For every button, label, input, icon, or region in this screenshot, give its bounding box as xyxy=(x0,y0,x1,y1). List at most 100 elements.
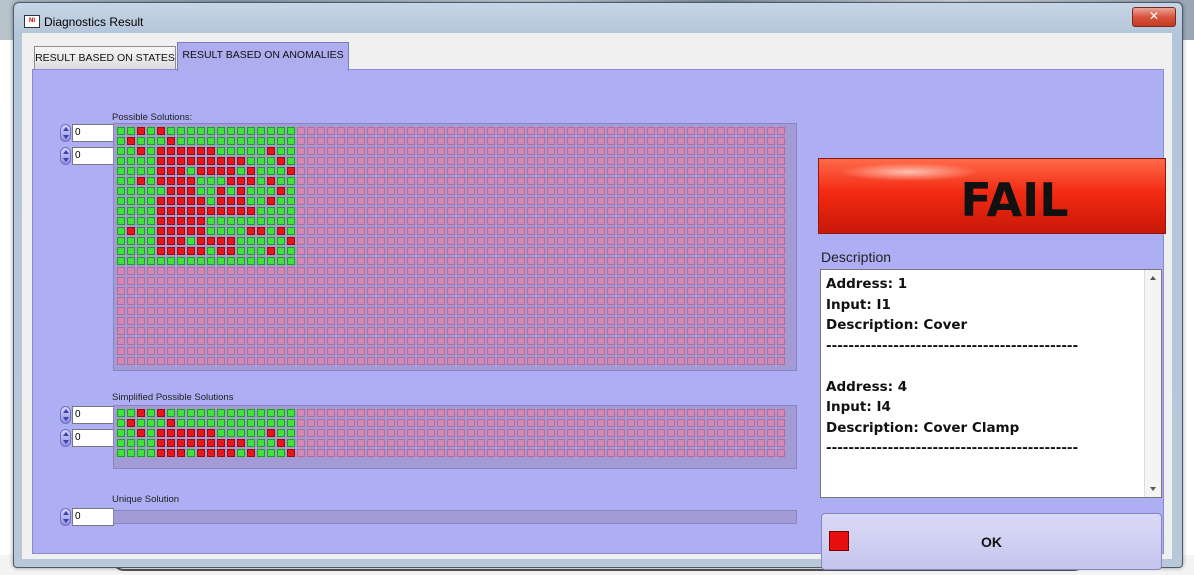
led-cell-off xyxy=(687,147,695,155)
spinner-arrows-icon[interactable] xyxy=(60,508,71,526)
led-cell-off xyxy=(747,409,755,417)
led-cell-true xyxy=(287,187,295,195)
unique-index-spinner[interactable]: 0 xyxy=(60,508,114,526)
led-cell-true xyxy=(237,217,245,225)
unique-index-value[interactable]: 0 xyxy=(72,508,114,526)
description-textbox[interactable]: Address: 1 Input: I1 Description: Cover … xyxy=(820,269,1162,498)
led-cell-off xyxy=(777,419,785,427)
possible-row-index-value[interactable]: 0 xyxy=(72,124,114,142)
led-cell-off xyxy=(557,207,565,215)
title-bar[interactable]: NI Diagnostics Result ✕ xyxy=(14,3,1182,37)
simplified-column-index-value[interactable]: 0 xyxy=(72,429,114,447)
led-cell-off xyxy=(117,277,125,285)
spinner-arrows-icon[interactable] xyxy=(60,406,71,424)
led-cell-off xyxy=(677,307,685,315)
led-cell-off xyxy=(587,157,595,165)
led-cell-off xyxy=(717,439,725,447)
led-cell-false xyxy=(187,217,195,225)
led-cell-off xyxy=(417,287,425,295)
led-cell-true xyxy=(117,187,125,195)
scroll-up-arrow-icon[interactable] xyxy=(1150,276,1156,280)
led-cell-off xyxy=(557,197,565,205)
led-cell-off xyxy=(147,277,155,285)
led-cell-off xyxy=(717,147,725,155)
led-cell-off xyxy=(207,297,215,305)
led-cell-off xyxy=(627,337,635,345)
led-cell-off xyxy=(597,247,605,255)
led-cell-off xyxy=(517,297,525,305)
led-cell-true xyxy=(207,177,215,185)
led-cell-off xyxy=(327,419,335,427)
led-cell-off xyxy=(377,177,385,185)
led-cell-off xyxy=(477,127,485,135)
led-cell-off xyxy=(367,419,375,427)
spinner-arrows-icon[interactable] xyxy=(60,429,71,447)
led-cell-off xyxy=(417,419,425,427)
led-cell-off xyxy=(377,167,385,175)
led-cell-off xyxy=(167,327,175,335)
led-cell-off xyxy=(407,247,415,255)
led-cell-off xyxy=(317,247,325,255)
led-cell-off xyxy=(507,287,515,295)
led-cell-off xyxy=(337,317,345,325)
led-cell-off xyxy=(597,297,605,305)
simplified-row-index-value[interactable]: 0 xyxy=(72,406,114,424)
led-cell-off xyxy=(327,157,335,165)
led-cell-off xyxy=(507,449,515,457)
led-cell-off xyxy=(547,207,555,215)
led-cell-off xyxy=(567,237,575,245)
led-cell-off xyxy=(607,207,615,215)
scroll-down-arrow-icon[interactable] xyxy=(1150,487,1156,491)
led-cell-off xyxy=(517,187,525,195)
simplified-row-index-spinner[interactable]: 0 xyxy=(60,406,114,424)
spinner-arrows-icon[interactable] xyxy=(60,147,71,165)
ok-button[interactable]: OK xyxy=(821,513,1162,570)
led-cell-off xyxy=(637,187,645,195)
led-cell-off xyxy=(577,307,585,315)
led-cell-off xyxy=(287,347,295,355)
led-cell-off xyxy=(607,277,615,285)
tab-result-based-on-anomalies[interactable]: RESULT BASED ON ANOMALIES xyxy=(177,42,349,71)
led-cell-off xyxy=(597,307,605,315)
led-cell-off xyxy=(527,277,535,285)
led-cell-true xyxy=(287,439,295,447)
led-cell-false xyxy=(157,409,165,417)
led-cell-off xyxy=(607,157,615,165)
led-cell-off xyxy=(177,327,185,335)
led-cell-off xyxy=(597,449,605,457)
possible-column-index-value[interactable]: 0 xyxy=(72,147,114,165)
led-cell-off xyxy=(447,187,455,195)
led-cell-false xyxy=(127,227,135,235)
possible-column-index-spinner[interactable]: 0 xyxy=(60,147,114,165)
possible-row-index-spinner[interactable]: 0 xyxy=(60,124,114,142)
led-cell-off xyxy=(307,257,315,265)
led-cell-off xyxy=(347,337,355,345)
led-cell-off xyxy=(397,347,405,355)
led-cell-off xyxy=(377,227,385,235)
led-cell-off xyxy=(267,297,275,305)
led-cell-off xyxy=(547,419,555,427)
led-cell-off xyxy=(647,429,655,437)
description-scrollbar[interactable] xyxy=(1144,270,1161,497)
led-cell-off xyxy=(277,277,285,285)
led-cell-off xyxy=(777,307,785,315)
led-cell-off xyxy=(497,147,505,155)
led-cell-off xyxy=(177,287,185,295)
led-cell-true xyxy=(267,439,275,447)
led-cell-off xyxy=(307,227,315,235)
led-cell-true xyxy=(157,257,165,265)
led-cell-off xyxy=(297,347,305,355)
led-cell-off xyxy=(457,317,465,325)
simplified-column-index-spinner[interactable]: 0 xyxy=(60,429,114,447)
led-cell-off xyxy=(737,137,745,145)
led-cell-off xyxy=(767,197,775,205)
close-button[interactable]: ✕ xyxy=(1132,7,1176,27)
led-cell-off xyxy=(737,197,745,205)
led-cell-off xyxy=(717,127,725,135)
spinner-arrows-icon[interactable] xyxy=(60,124,71,142)
led-cell-off xyxy=(537,157,545,165)
led-cell-off xyxy=(657,217,665,225)
led-cell-off xyxy=(617,147,625,155)
tab-result-based-on-states[interactable]: RESULT BASED ON STATES xyxy=(34,46,176,69)
led-cell-off xyxy=(387,137,395,145)
